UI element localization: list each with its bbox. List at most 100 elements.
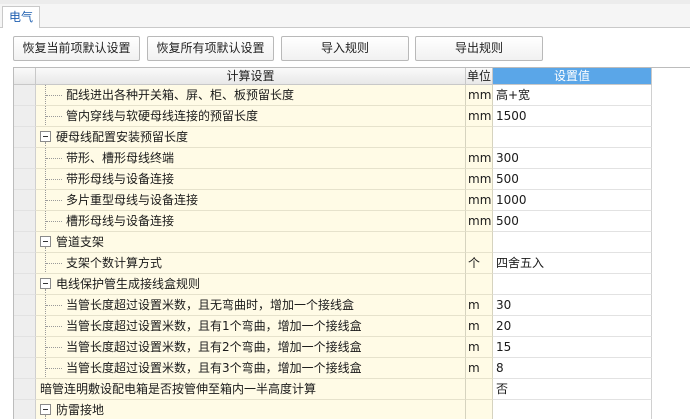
row-selector[interactable]	[14, 211, 36, 232]
row-selector[interactable]	[14, 148, 36, 169]
import-rules-button[interactable]: 导入规则	[281, 36, 409, 61]
unit-cell: m	[466, 295, 493, 316]
tree-branch	[46, 116, 62, 117]
setting-label: 管道支架	[56, 235, 105, 249]
setting-label: 槽形母线与设备连接	[66, 214, 175, 228]
setting-name-cell: 暗管连明敷设配电箱是否按管伸至箱内一半高度计算	[36, 379, 466, 400]
table-row[interactable]: 配线进出各种开关箱、屏、柜、板预留长度 mm 高+宽	[14, 85, 652, 106]
row-selector[interactable]	[14, 316, 36, 337]
setting-value-cell[interactable]: 8	[493, 358, 652, 379]
unit-cell	[466, 274, 493, 295]
setting-label: 电线保护管生成接线盒规则	[56, 277, 201, 291]
setting-label: 暗管连明敷设配电箱是否按管伸至箱内一半高度计算	[40, 382, 317, 396]
tree-branch	[46, 95, 62, 96]
setting-value-cell[interactable]: 20	[493, 316, 652, 337]
table-row[interactable]: 当管长度超过设置米数，且有2个弯曲，增加一个接线盒 m 15	[14, 337, 652, 358]
tree-branch	[46, 158, 62, 159]
group-row[interactable]: 电线保护管生成接线盒规则	[14, 274, 652, 295]
tab-electrical[interactable]: 电气	[2, 6, 40, 29]
setting-value-cell[interactable]: 高+宽	[493, 85, 652, 106]
tree-connector	[45, 415, 46, 419]
setting-label: 当管长度超过设置米数，且有2个弯曲，增加一个接线盒	[66, 340, 362, 354]
row-selector[interactable]	[14, 253, 36, 274]
setting-label: 多片重型母线与设备连接	[66, 193, 199, 207]
row-selector[interactable]	[14, 400, 36, 419]
row-selector[interactable]	[14, 169, 36, 190]
setting-name-cell: 当管长度超过设置米数，且有3个弯曲，增加一个接线盒	[36, 358, 466, 379]
unit-cell: mm	[466, 106, 493, 127]
collapse-toggle-icon[interactable]	[40, 131, 51, 142]
table-row[interactable]: 当管长度超过设置米数，且有3个弯曲，增加一个接线盒 m 8	[14, 358, 652, 379]
export-rules-button[interactable]: 导出规则	[415, 36, 543, 61]
setting-value-cell[interactable]: 30	[493, 295, 652, 316]
setting-name-cell: 电线保护管生成接线盒规则	[36, 274, 466, 295]
table-row[interactable]: 槽形母线与设备连接 mm 500	[14, 211, 652, 232]
row-selector[interactable]	[14, 190, 36, 211]
setting-value-cell[interactable]: 四舍五入	[493, 253, 652, 274]
setting-value-cell[interactable]: 1500	[493, 106, 652, 127]
setting-name-cell: 硬母线配置安装预留长度	[36, 127, 466, 148]
unit-cell: m	[466, 337, 493, 358]
setting-label: 管内穿线与软硬母线连接的预留长度	[66, 109, 259, 123]
row-selector[interactable]	[14, 337, 36, 358]
column-header-value[interactable]: 设置值	[493, 68, 652, 85]
collapse-toggle-icon[interactable]	[40, 278, 51, 289]
unit-cell: mm	[466, 85, 493, 106]
table-row[interactable]: 暗管连明敷设配电箱是否按管伸至箱内一半高度计算 否	[14, 379, 652, 400]
row-selector[interactable]	[14, 127, 36, 148]
settings-panel: 恢复当前项默认设置 恢复所有项默认设置 导入规则 导出规则 计算设置 单位 设置…	[0, 28, 690, 419]
restore-all-default-button[interactable]: 恢复所有项默认设置	[147, 36, 274, 61]
setting-value-cell[interactable]: 否	[493, 379, 652, 400]
setting-label: 当管长度超过设置米数，且无弯曲时，增加一个接线盒	[66, 298, 355, 312]
group-row[interactable]: 管道支架	[14, 232, 652, 253]
setting-value-cell[interactable]	[493, 232, 652, 253]
row-selector[interactable]	[14, 358, 36, 379]
setting-value-cell[interactable]	[493, 127, 652, 148]
table-row[interactable]: 当管长度超过设置米数，且有1个弯曲，增加一个接线盒 m 20	[14, 316, 652, 337]
table-row[interactable]: 多片重型母线与设备连接 mm 1000	[14, 190, 652, 211]
tree-branch	[46, 263, 62, 264]
setting-label: 防雷接地	[56, 403, 105, 417]
row-header-corner	[14, 68, 36, 85]
setting-name-cell: 当管长度超过设置米数，且无弯曲时，增加一个接线盒	[36, 295, 466, 316]
setting-label: 当管长度超过设置米数，且有3个弯曲，增加一个接线盒	[66, 361, 362, 375]
setting-name-cell: 管内穿线与软硬母线连接的预留长度	[36, 106, 466, 127]
unit-cell: 个	[466, 253, 493, 274]
table-row[interactable]: 带形母线与设备连接 mm 500	[14, 169, 652, 190]
setting-value-cell[interactable]	[493, 274, 652, 295]
unit-cell: mm	[466, 211, 493, 232]
setting-value-cell[interactable]: 500	[493, 169, 652, 190]
table-row[interactable]: 支架个数计算方式 个四舍五入	[14, 253, 652, 274]
setting-name-cell: 当管长度超过设置米数，且有1个弯曲，增加一个接线盒	[36, 316, 466, 337]
setting-value-cell[interactable]: 300	[493, 148, 652, 169]
table-row[interactable]: 带形、槽形母线终端 mm 300	[14, 148, 652, 169]
setting-label: 当管长度超过设置米数，且有1个弯曲，增加一个接线盒	[66, 319, 362, 333]
setting-name-cell: 多片重型母线与设备连接	[36, 190, 466, 211]
column-header-unit[interactable]: 单位	[466, 68, 493, 85]
setting-value-cell[interactable]	[493, 400, 652, 419]
tree-branch	[46, 368, 62, 369]
restore-current-default-button[interactable]: 恢复当前项默认设置	[13, 36, 140, 61]
row-selector[interactable]	[14, 85, 36, 106]
setting-label: 硬母线配置安装预留长度	[56, 130, 189, 144]
row-selector[interactable]	[14, 379, 36, 400]
group-row[interactable]: 防雷接地	[14, 400, 652, 419]
collapse-toggle-icon[interactable]	[40, 236, 51, 247]
setting-label: 带形母线与设备连接	[66, 172, 175, 186]
group-row[interactable]: 硬母线配置安装预留长度	[14, 127, 652, 148]
row-selector[interactable]	[14, 295, 36, 316]
tree-branch	[46, 326, 62, 327]
row-selector[interactable]	[14, 106, 36, 127]
table-row[interactable]: 当管长度超过设置米数，且无弯曲时，增加一个接线盒 m 30	[14, 295, 652, 316]
setting-value-cell[interactable]: 500	[493, 211, 652, 232]
row-selector[interactable]	[14, 274, 36, 295]
tree-branch	[46, 305, 62, 306]
collapse-toggle-icon[interactable]	[40, 404, 51, 415]
setting-value-cell[interactable]: 1000	[493, 190, 652, 211]
tree-branch	[46, 200, 62, 201]
setting-value-cell[interactable]: 15	[493, 337, 652, 358]
table-row[interactable]: 管内穿线与软硬母线连接的预留长度 mm 1500	[14, 106, 652, 127]
column-header-setting[interactable]: 计算设置	[36, 68, 466, 85]
row-selector[interactable]	[14, 232, 36, 253]
unit-cell	[466, 400, 493, 419]
